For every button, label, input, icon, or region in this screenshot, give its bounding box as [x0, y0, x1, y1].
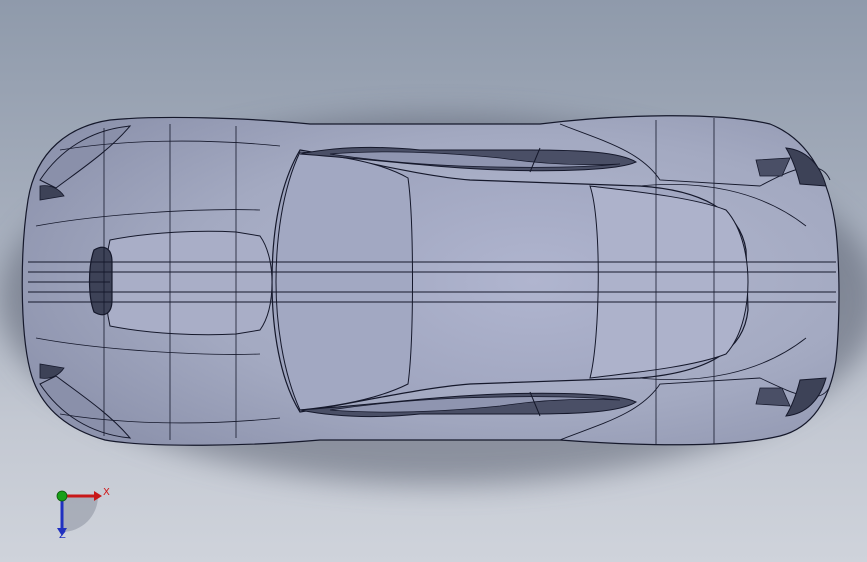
triad-x-label: X: [103, 487, 110, 498]
coordinate-triad: X Z: [48, 484, 118, 546]
triad-shadow: [62, 496, 98, 532]
rear-window[interactable]: [589, 185, 749, 379]
triad-y-axis: [56, 490, 68, 502]
windshield[interactable]: [275, 151, 413, 411]
hood[interactable]: [105, 230, 273, 336]
triad-x-arrow: [94, 491, 102, 501]
graphics-viewport[interactable]: X Z: [0, 0, 867, 562]
hood-scoop[interactable]: [88, 246, 113, 316]
triad-z-label: Z: [59, 530, 66, 541]
model-view[interactable]: [0, 0, 867, 562]
